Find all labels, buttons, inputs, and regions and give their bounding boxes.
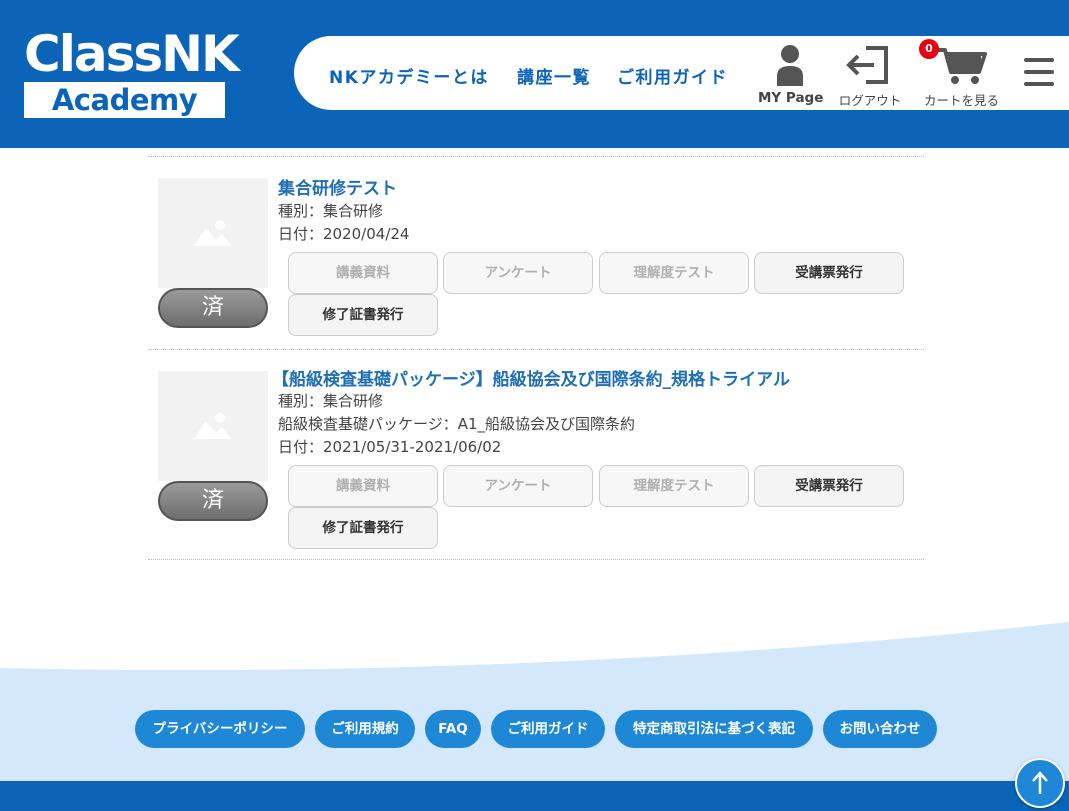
logout-label: ログアウト: [838, 93, 902, 108]
logo-bottom-text: Academy: [24, 82, 225, 118]
course-title[interactable]: 集合研修テスト: [278, 174, 397, 199]
footer-link-contact[interactable]: お問い合わせ: [823, 710, 937, 748]
arrow-up-icon: [1032, 771, 1048, 794]
classnk-academy-logo[interactable]: ClassNK Academy: [24, 25, 240, 118]
course-title[interactable]: 【船級検査基礎パッケージ】船級協会及び国際条約_規格トライアル: [272, 365, 790, 390]
survey-button: アンケート: [443, 465, 593, 507]
footer-bar: [0, 781, 1069, 811]
logout-button[interactable]: ログアウト: [836, 44, 904, 109]
course-type: 種別：集合研修: [278, 202, 384, 220]
nav-about[interactable]: NKアカデミーとは: [329, 63, 489, 88]
mypage-button[interactable]: MY Page: [758, 44, 824, 106]
issue-certificate-button[interactable]: 修了証書発行: [288, 507, 438, 549]
course-type: 種別：集合研修: [278, 392, 384, 410]
logo-top-text: ClassNK: [24, 25, 240, 83]
cart-label: カートを見る: [924, 93, 1000, 108]
course-package: 船級検査基礎パッケージ：A1_船級協会及び国際条約: [278, 415, 636, 433]
image-placeholder-icon: [194, 413, 232, 439]
nav-guide[interactable]: ご利用ガイド: [617, 63, 728, 88]
issue-certificate-button[interactable]: 修了証書発行: [288, 294, 438, 336]
logout-icon: [846, 46, 888, 84]
completed-status-badge: 済: [158, 481, 268, 521]
cart-icon: [937, 48, 987, 84]
image-placeholder-icon: [194, 220, 232, 246]
back-to-top-button[interactable]: [1015, 758, 1065, 808]
divider: [148, 559, 924, 560]
comprehension-test-button: 理解度テスト: [599, 252, 749, 294]
footer-link-guide[interactable]: ご利用ガイド: [491, 710, 605, 748]
course-thumbnail: [158, 178, 268, 288]
footer-link-privacy-policy[interactable]: プライバシーポリシー: [135, 710, 305, 748]
footer-link-faq[interactable]: FAQ: [425, 710, 481, 748]
lecture-materials-button: 講義資料: [288, 252, 438, 294]
user-icon: [777, 45, 803, 86]
cart-count-badge: 0: [919, 39, 939, 59]
comprehension-test-button: 理解度テスト: [599, 465, 749, 507]
course-date: 日付：2020/04/24: [278, 225, 410, 243]
footer-wave-background: [0, 622, 1069, 811]
hamburger-menu-icon[interactable]: [1024, 58, 1054, 86]
mypage-label: MY Page: [758, 90, 824, 106]
divider: [148, 156, 924, 157]
nav-courses[interactable]: 講座一覧: [517, 63, 591, 88]
issue-admission-ticket-button[interactable]: 受講票発行: [754, 252, 904, 294]
divider: [148, 349, 924, 350]
lecture-materials-button: 講義資料: [288, 465, 438, 507]
footer-link-commercial-law[interactable]: 特定商取引法に基づく表記: [615, 710, 813, 748]
footer-link-terms[interactable]: ご利用規約: [315, 710, 415, 748]
course-date: 日付：2021/05/31-2021/06/02: [278, 438, 502, 456]
survey-button: アンケート: [443, 252, 593, 294]
completed-status-badge: 済: [158, 288, 268, 328]
course-thumbnail: [158, 371, 268, 481]
issue-admission-ticket-button[interactable]: 受講票発行: [754, 465, 904, 507]
